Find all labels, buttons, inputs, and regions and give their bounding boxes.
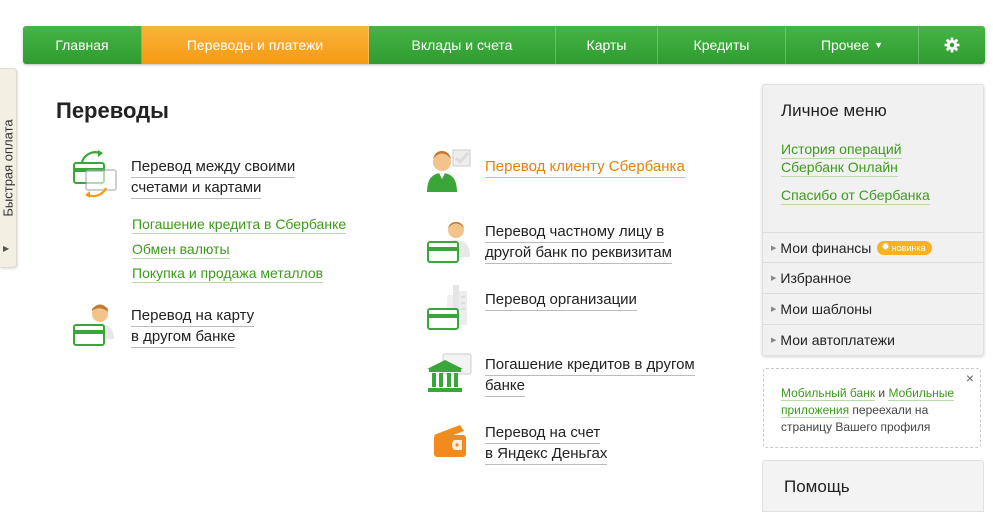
nav-home-label: Главная: [55, 37, 109, 53]
triangle-right-icon: ▶: [771, 244, 777, 252]
metals-trade-link[interactable]: Покупка и продажа металлов: [132, 265, 324, 283]
card-other-bank-link-line2[interactable]: в другом банке: [131, 326, 236, 348]
chevron-right-icon: ▶: [3, 244, 10, 253]
gear-icon: [944, 37, 960, 53]
menu-favorites-label: Избранное: [780, 269, 852, 286]
quick-pay-label: Быстрая оплата: [0, 119, 16, 217]
caret-down-icon: ▼: [874, 40, 884, 50]
triangle-right-icon: ▶: [771, 305, 777, 313]
own-transfer-link-line2[interactable]: счетами и картами: [131, 177, 262, 199]
menu-templates[interactable]: ▶ Мои шаблоны: [763, 293, 983, 323]
new-badge-label: новинка: [891, 242, 926, 253]
triangle-right-icon: ▶: [771, 336, 777, 344]
loan-other-bank-link-line2[interactable]: банке: [485, 375, 525, 397]
nav-home[interactable]: Главная: [23, 26, 142, 64]
triangle-right-icon: ▶: [771, 274, 777, 282]
nav-deposits-label: Вклады и счета: [411, 37, 513, 53]
own-transfer-link-line1[interactable]: Перевод между своими: [131, 156, 296, 178]
nav-deposits[interactable]: Вклады и счета: [369, 26, 556, 64]
yandex-money-icon: [434, 425, 466, 457]
loan-other-bank-link-line1[interactable]: Погашение кредитов в другом: [485, 354, 695, 376]
nav-cards-label: Карты: [586, 37, 627, 53]
help-panel: Помощь: [762, 460, 984, 512]
nav-credits-label: Кредиты: [693, 37, 750, 53]
private-person-link-line1[interactable]: Перевод частному лицу в: [485, 221, 665, 243]
main-nav: Главная Переводы и платежи Вклады и счет…: [23, 26, 985, 64]
nav-transfers-label: Переводы и платежи: [186, 37, 324, 53]
close-icon[interactable]: ×: [966, 370, 974, 387]
nav-transfers[interactable]: Переводы и платежи: [142, 26, 369, 64]
personal-menu: Личное меню История операций Сбербанк Он…: [762, 84, 984, 356]
menu-favorites[interactable]: ▶ Избранное: [763, 262, 983, 292]
settings-button[interactable]: [919, 26, 985, 64]
yandex-link-line1[interactable]: Перевод на счет: [485, 422, 601, 444]
quick-pay-tab[interactable]: Быстрая оплата ▶: [0, 68, 17, 268]
organization-link[interactable]: Перевод организации: [485, 289, 637, 311]
nav-other[interactable]: Прочее ▼: [786, 26, 919, 64]
new-badge: ✹ новинка: [877, 240, 932, 255]
repay-sber-loan-link[interactable]: Погашение кредита в Сбербанке: [132, 216, 347, 234]
sber-client-link[interactable]: Перевод клиенту Сбербанка: [485, 156, 685, 178]
menu-my-finances-label: Мои финансы: [780, 239, 872, 256]
currency-exchange-link[interactable]: Обмен валюты: [132, 241, 230, 259]
history-link-line1[interactable]: История операций: [781, 140, 902, 159]
spasibo-link[interactable]: Спасибо от Сбербанка: [781, 186, 930, 205]
card-other-bank-icon: [73, 304, 114, 346]
card-other-bank-link-line1[interactable]: Перевод на карту: [131, 305, 255, 327]
personal-menu-title: Личное меню: [781, 101, 887, 120]
yandex-link-line2[interactable]: в Яндекс Деньгах: [485, 443, 608, 465]
menu-my-finances[interactable]: ▶ Мои финансы ✹ новинка: [763, 232, 983, 262]
private-person-link-line2[interactable]: другой банк по реквизитам: [485, 242, 672, 264]
own-transfer-icon: [73, 150, 117, 198]
help-title: Помощь: [784, 477, 850, 496]
sber-client-icon: [427, 149, 471, 192]
nav-credits[interactable]: Кредиты: [658, 26, 786, 64]
menu-autopayments[interactable]: ▶ Мои автоплатежи: [763, 324, 983, 354]
nav-other-label: Прочее: [820, 37, 870, 53]
page-title: Переводы: [56, 98, 169, 123]
private-person-icon: [427, 222, 470, 263]
mobile-notice: × Мобильный банк и Мобильные приложения …: [763, 368, 981, 448]
history-link-line2[interactable]: Сбербанк Онлайн: [781, 158, 898, 177]
nav-cards[interactable]: Карты: [556, 26, 658, 64]
mobile-bank-link[interactable]: Мобильный банк: [781, 386, 876, 401]
notice-and: и: [875, 386, 889, 400]
bank-building-icon: [427, 353, 472, 392]
sun-icon: ✹: [881, 242, 890, 253]
organization-icon: [427, 285, 467, 330]
menu-templates-label: Мои шаблоны: [780, 300, 873, 317]
menu-autopayments-label: Мои автоплатежи: [780, 331, 895, 348]
